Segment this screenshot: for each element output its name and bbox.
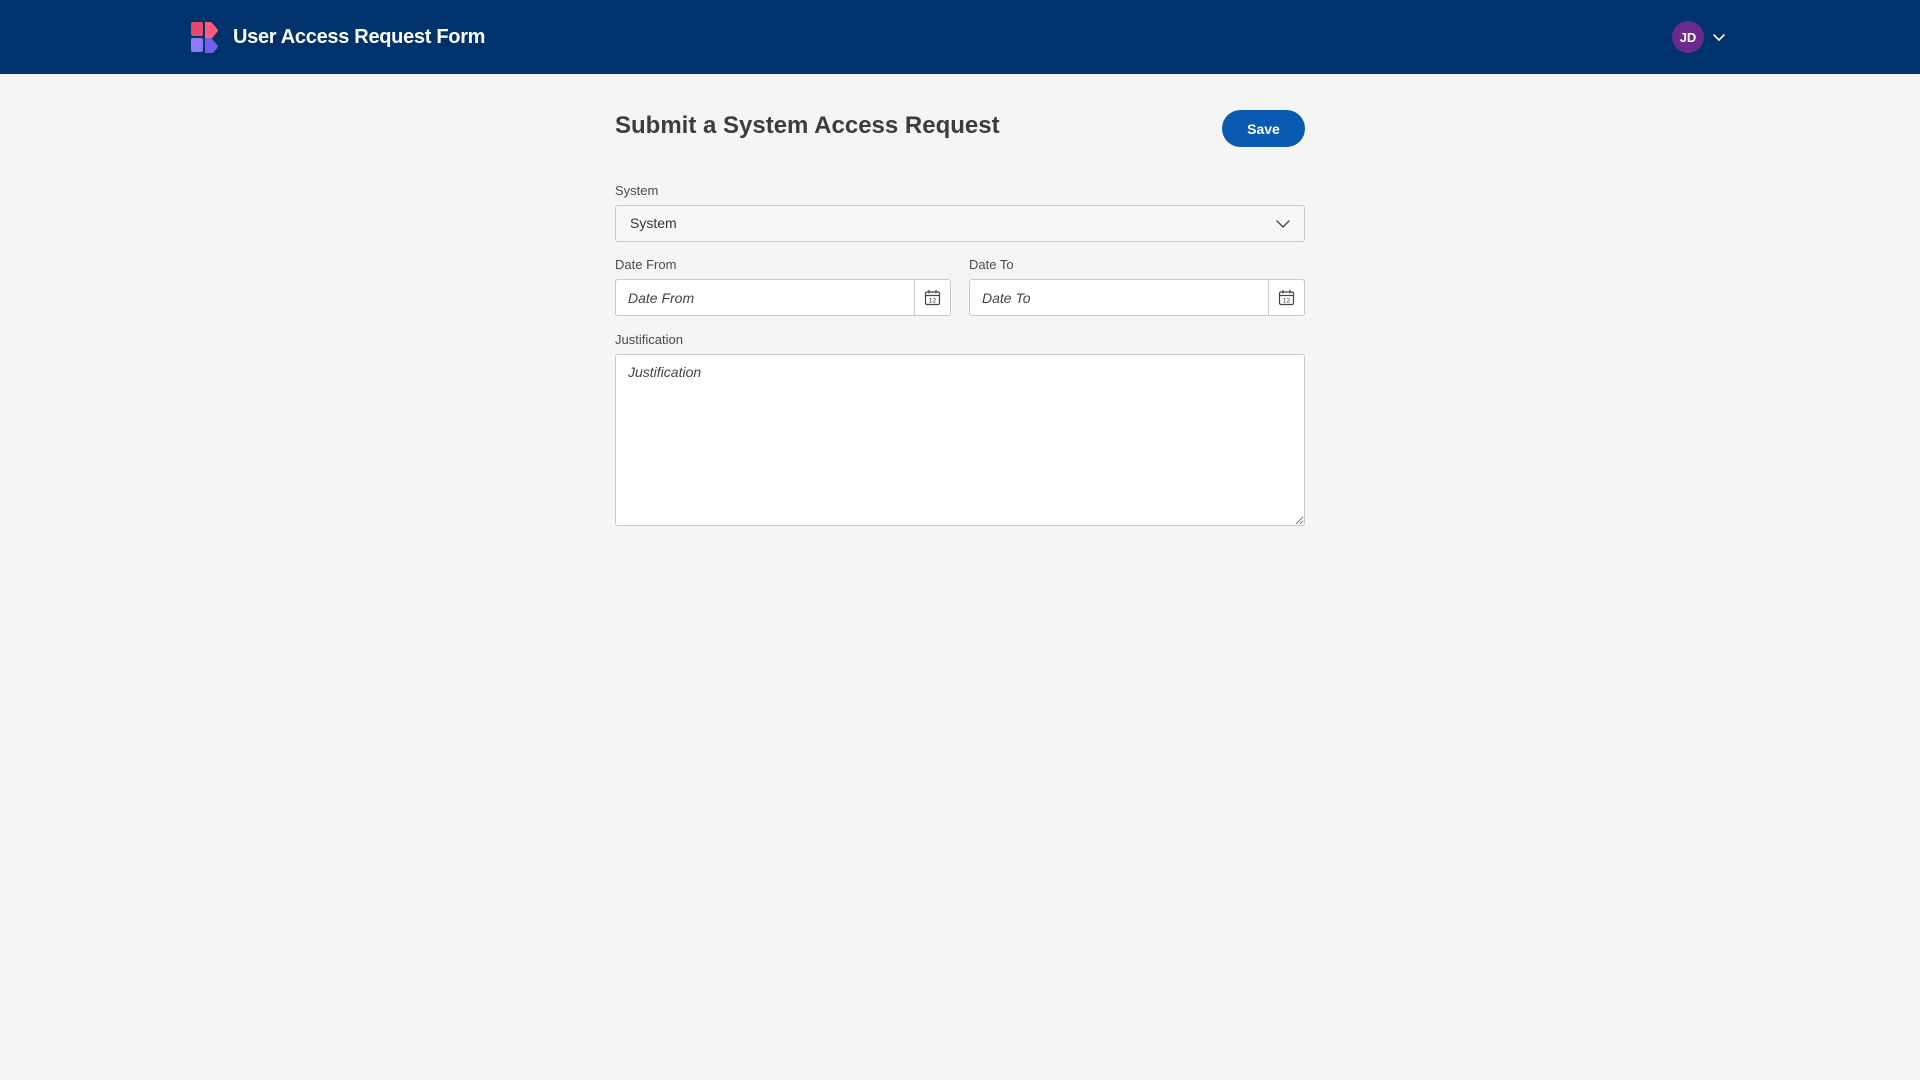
svg-text:12: 12 [1283,298,1291,305]
calendar-icon: 12 [1278,290,1295,306]
app-logo-icon [191,22,218,53]
page-title: Submit a System Access Request [615,112,1000,139]
date-from-input[interactable] [616,280,914,315]
chevron-down-icon[interactable] [1711,29,1727,45]
system-field-group: System System [615,182,1305,242]
date-to-control: 12 [969,279,1305,316]
date-to-group: Date To 12 [969,256,1305,316]
justification-field-group: Justification [615,331,1305,531]
brand: User Access Request Form [191,21,485,53]
calendar-icon: 12 [924,290,941,306]
date-row: Date From 12 Date To [615,256,1305,316]
system-label: System [615,183,659,198]
svg-text:12: 12 [929,298,937,305]
app-title: User Access Request Form [233,25,486,48]
chevron-down-icon [1276,220,1290,228]
access-request-form: Submit a System Access Request Save Syst… [615,110,1305,531]
system-select[interactable]: System [615,205,1305,242]
save-button[interactable]: Save [1222,110,1305,147]
date-from-control: 12 [615,279,951,316]
justification-textarea[interactable] [615,354,1305,526]
user-menu[interactable]: JD [1672,21,1727,53]
avatar[interactable]: JD [1672,21,1704,53]
justification-label: Justification [615,332,683,347]
date-to-calendar-button[interactable]: 12 [1268,280,1304,315]
date-to-input[interactable] [970,280,1268,315]
date-from-calendar-button[interactable]: 12 [914,280,950,315]
date-to-label: Date To [969,257,1014,272]
date-from-label: Date From [615,257,677,272]
system-select-value: System [630,215,677,231]
form-header: Submit a System Access Request Save [615,110,1305,148]
date-from-group: Date From 12 [615,256,951,316]
top-bar: User Access Request Form JD [0,0,1920,74]
